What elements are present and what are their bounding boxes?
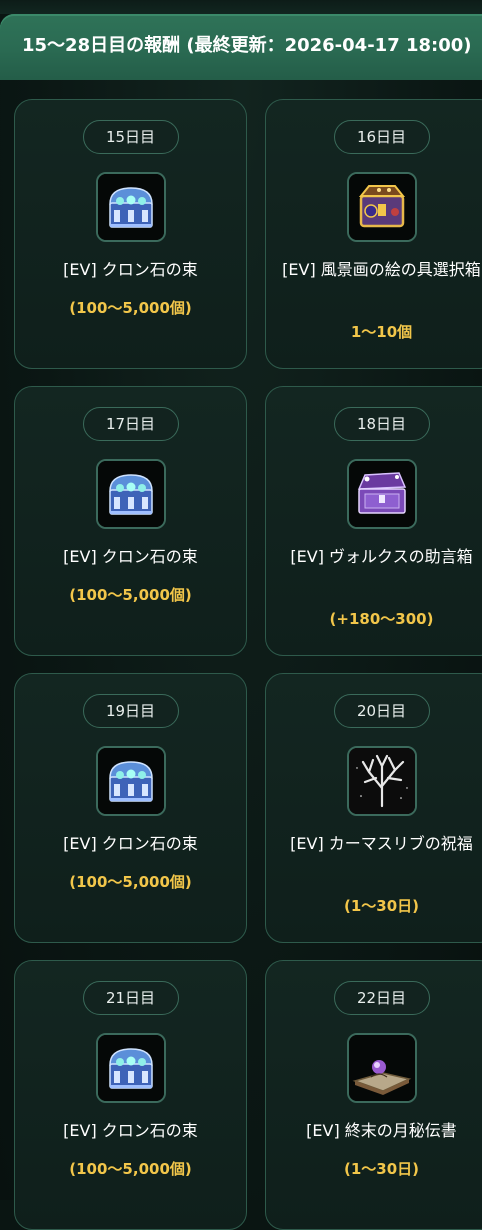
- purple-chest-icon: [346, 459, 417, 529]
- day-label: 17日目: [82, 407, 179, 441]
- item-quantity: (100〜5,000個): [69, 586, 192, 604]
- rewards-header: 15〜28日目の報酬 (最終更新：2026-04-17 18:00): [0, 14, 482, 80]
- item-name: [EV] クロン石の束: [63, 260, 198, 279]
- golden-box-icon: [346, 172, 417, 242]
- reward-card-day-19[interactable]: 19日目 [EV] クロン石の束 (100〜5,000個): [14, 673, 247, 943]
- day-label: 15日目: [82, 120, 179, 154]
- item-name: [EV] 終末の月秘伝書: [306, 1121, 457, 1140]
- item-name: [EV] クロン石の束: [63, 834, 198, 853]
- blue-chest-icon: [95, 746, 166, 816]
- day-label: 21日目: [82, 981, 179, 1015]
- header-title: 15〜28日目の報酬 (最終更新：2026-04-17 18:00): [22, 35, 472, 56]
- white-tree-icon: [346, 746, 417, 816]
- reward-card-day-20[interactable]: 20日目 [EV] カーマスリブの祝福 (1〜30日): [265, 673, 482, 943]
- day-label: 22日目: [333, 981, 430, 1015]
- day-label: 18日目: [333, 407, 430, 441]
- item-quantity: (1〜30日): [343, 1160, 420, 1178]
- reward-card-day-17[interactable]: 17日目 [EV] クロン石の束 (100〜5,000個): [14, 386, 247, 656]
- item-name: [EV] 風景画の絵の具選択箱: [282, 260, 481, 279]
- reward-card-day-22[interactable]: 22日目 [EV] 終末の月秘伝書 (1〜30日): [265, 960, 482, 1230]
- item-quantity: (100〜5,000個): [69, 873, 192, 891]
- reward-card-day-16[interactable]: 16日目 [EV] 風景画の絵の具選択箱 1〜10個: [265, 99, 482, 369]
- item-quantity: (100〜5,000個): [69, 1160, 192, 1178]
- blue-chest-icon: [95, 1033, 166, 1103]
- item-quantity: (1〜30日): [343, 897, 420, 915]
- secret-book-icon: [346, 1033, 417, 1103]
- blue-chest-icon: [95, 172, 166, 242]
- item-quantity: (100〜5,000個): [69, 299, 192, 317]
- reward-card-day-15[interactable]: 15日目 [EV] クロン石の束 (100〜5,000個): [14, 99, 247, 369]
- rewards-grid: 15日目 [EV] クロン石の束 (100〜5,000個) 16日目 [EV] …: [14, 99, 482, 1230]
- reward-card-day-21[interactable]: 21日目 [EV] クロン石の束 (100〜5,000個): [14, 960, 247, 1230]
- day-label: 19日目: [82, 694, 179, 728]
- day-label: 20日目: [333, 694, 430, 728]
- blue-chest-icon: [95, 459, 166, 529]
- top-strip: [0, 0, 482, 14]
- day-label: 16日目: [333, 120, 430, 154]
- item-name: [EV] クロン石の束: [63, 547, 198, 566]
- item-name: [EV] クロン石の束: [63, 1121, 198, 1140]
- item-name: [EV] ヴォルクスの助言箱: [290, 547, 473, 566]
- item-quantity: 1〜10個: [350, 323, 413, 341]
- rewards-content: 15日目 [EV] クロン石の束 (100〜5,000個) 16日目 [EV] …: [0, 80, 482, 1230]
- reward-card-day-18[interactable]: 18日目 [EV] ヴォルクスの助言箱 (+180〜300): [265, 386, 482, 656]
- item-name: [EV] カーマスリブの祝福: [290, 834, 473, 853]
- item-quantity: (+180〜300): [329, 610, 434, 628]
